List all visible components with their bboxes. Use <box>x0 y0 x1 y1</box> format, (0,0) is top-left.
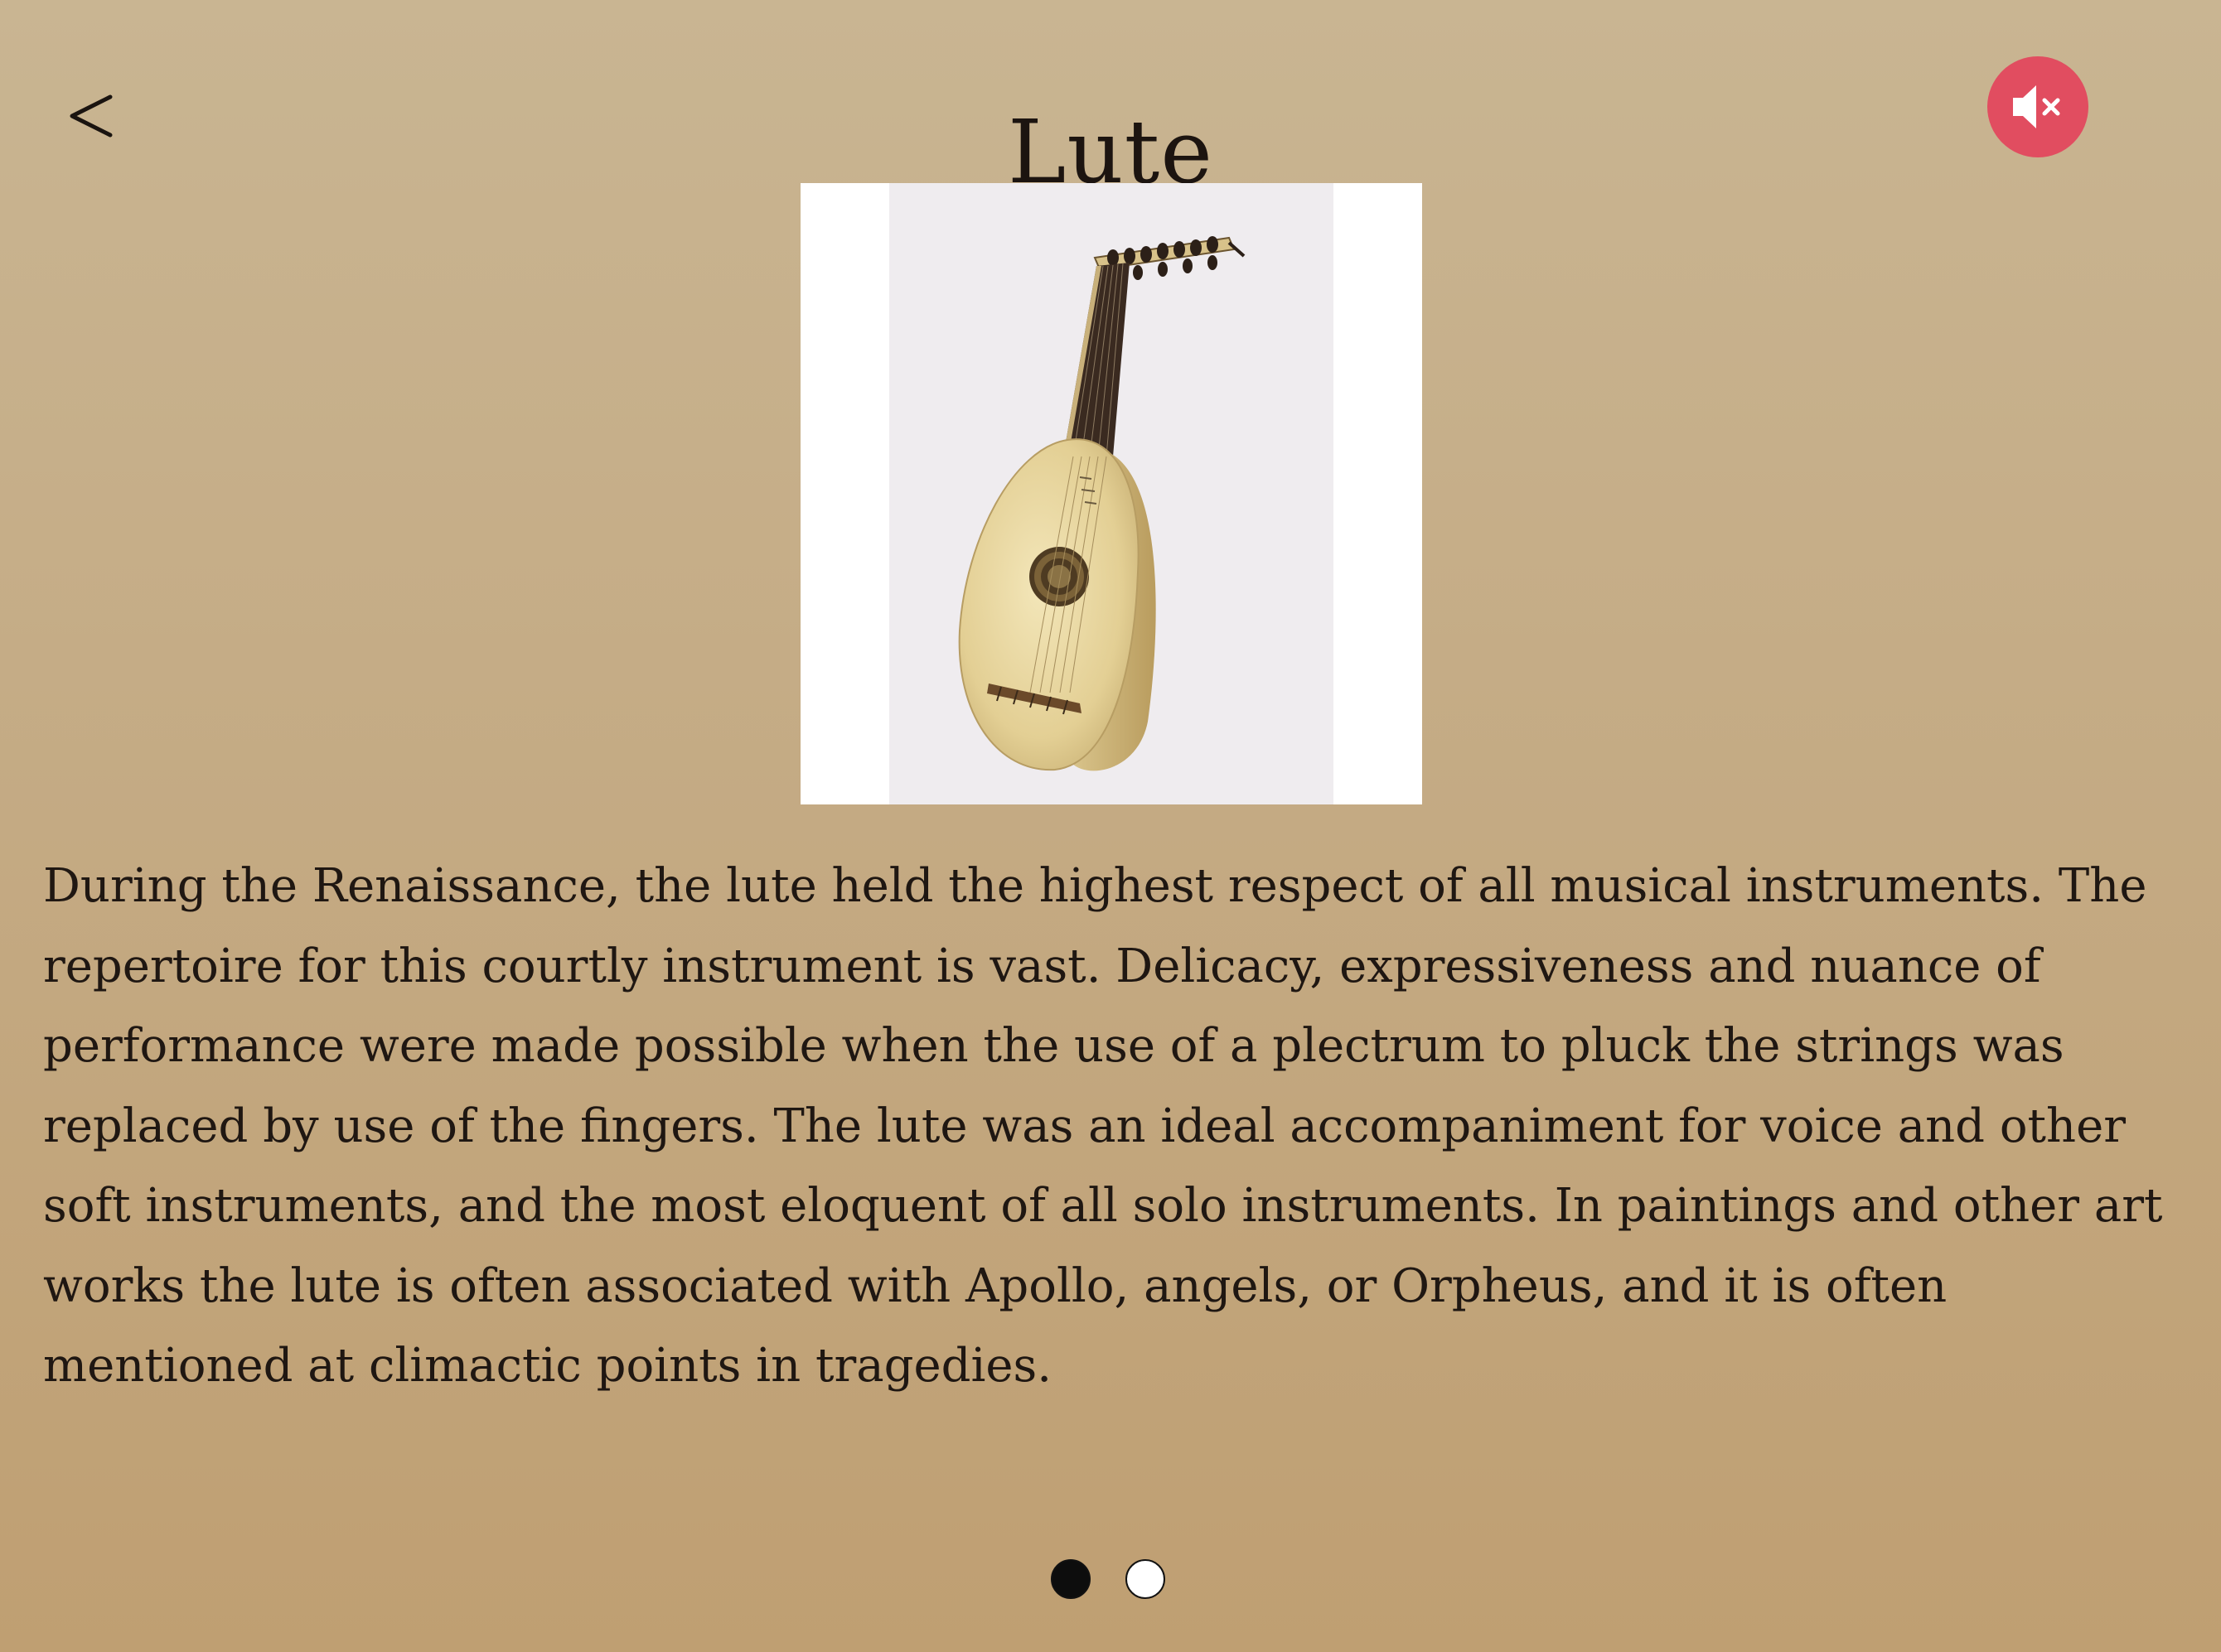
page-dot-2[interactable] <box>1125 1559 1165 1599</box>
page-indicator <box>1051 1559 1165 1602</box>
mute-button[interactable] <box>1987 56 2088 157</box>
description-text: During the Renaissance, the lute held th… <box>43 859 2163 1393</box>
instrument-image <box>801 183 1422 804</box>
lute-illustration <box>958 236 1246 771</box>
page-dot-1-active[interactable] <box>1051 1559 1091 1599</box>
lute-photo <box>889 183 1333 804</box>
speaker-muted-icon <box>2013 85 2060 128</box>
